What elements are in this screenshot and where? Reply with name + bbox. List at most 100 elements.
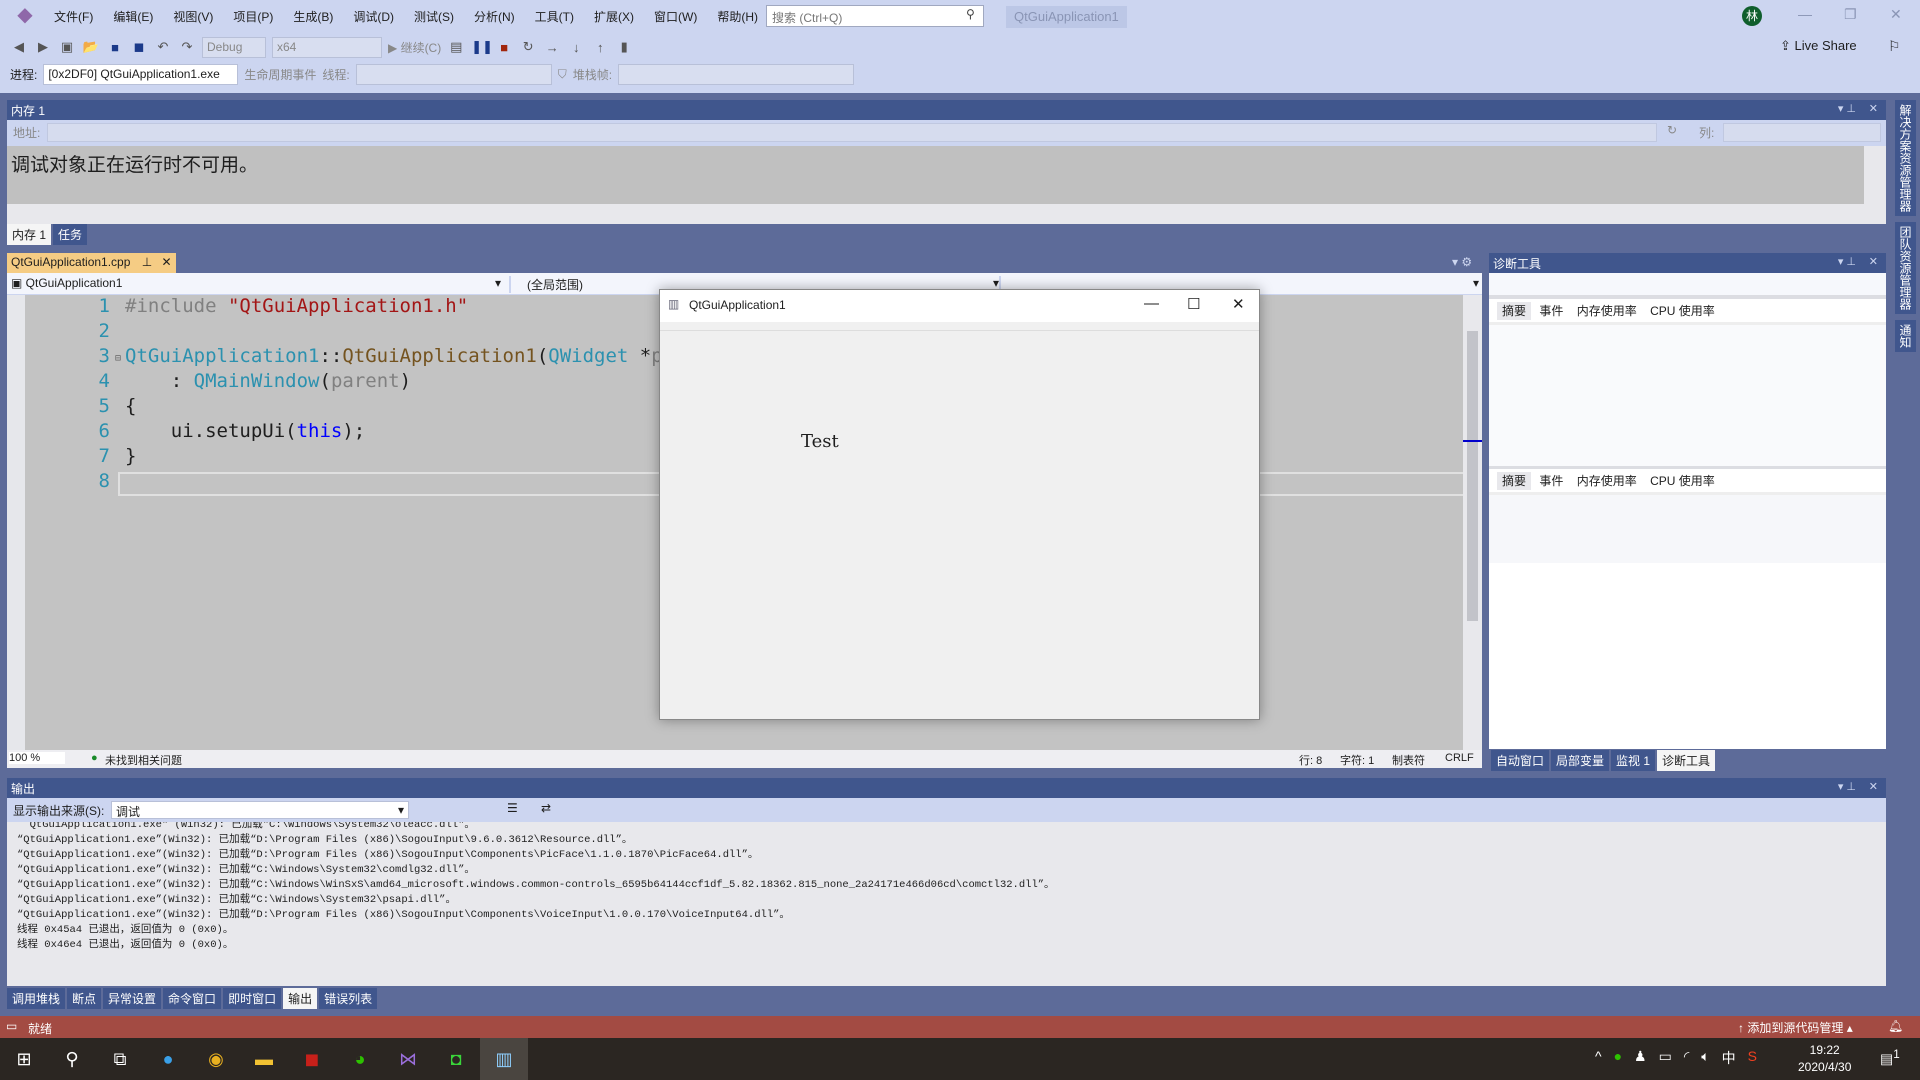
tab-summary[interactable]: 摘要	[1497, 302, 1532, 320]
qt-minimize-icon[interactable]: —	[1144, 295, 1159, 312]
close-panel-icon[interactable]: ✕	[1869, 102, 1878, 115]
menu-tools[interactable]: 工具(T)	[525, 8, 584, 25]
avatar[interactable]: 林	[1742, 6, 1762, 26]
wechat-icon[interactable]: ◕	[336, 1038, 384, 1080]
restore-icon[interactable]: ❐	[1844, 6, 1857, 23]
tab-cpu-usage[interactable]: CPU 使用率	[1645, 472, 1720, 490]
menu-project[interactable]: 项目(P)	[223, 8, 283, 25]
menu-test[interactable]: 测试(S)	[404, 8, 464, 25]
thread-select[interactable]	[355, 63, 552, 85]
save-all-icon[interactable]: ◼	[130, 39, 148, 55]
tab-error-list[interactable]: 错误列表	[319, 988, 378, 1009]
eol-indicator[interactable]: CRLF	[1445, 752, 1474, 764]
tab-diagnostic-tools[interactable]: 诊断工具	[1657, 750, 1716, 771]
tab-tasks[interactable]: 任务	[53, 224, 88, 245]
live-share-button[interactable]: ⇪ Live Share	[1780, 38, 1857, 54]
tab-cpu-usage[interactable]: CPU 使用率	[1645, 302, 1720, 320]
tab-overflow-icon[interactable]: ▾ ⚙	[1452, 255, 1472, 269]
menu-window[interactable]: 窗口(W)	[644, 8, 707, 25]
column-select[interactable]	[1723, 123, 1881, 142]
menu-file[interactable]: 文件(F)	[44, 8, 103, 25]
power-icon[interactable]: ▭	[1659, 1048, 1672, 1068]
clear-all-icon[interactable]: ⇄	[541, 801, 551, 815]
menu-analyze[interactable]: 分析(N)	[464, 8, 525, 25]
stack-frame-select[interactable]	[618, 63, 855, 85]
forward-icon[interactable]: ▶	[34, 39, 52, 55]
output-text[interactable]: QtGuiApplication1.exe" (Win32): 已加载"C:\W…	[7, 822, 1886, 972]
restart-icon[interactable]: ↻	[519, 39, 537, 55]
action-center-icon[interactable]: ▤1	[1880, 1048, 1900, 1068]
output-source-select[interactable]: 调试 ▾	[111, 801, 409, 819]
process-icon[interactable]: ▤	[447, 39, 465, 55]
scrollbar-thumb[interactable]	[1467, 331, 1478, 621]
volume-icon[interactable]: 🔈︎	[1701, 1048, 1709, 1068]
notification-bell-icon[interactable]: 🔔︎	[1888, 1019, 1903, 1033]
redo-icon[interactable]: ↷	[178, 39, 196, 55]
file-explorer-icon[interactable]: ▬	[240, 1038, 288, 1080]
address-input[interactable]	[47, 123, 1657, 142]
platform-select[interactable]: x64	[272, 36, 382, 58]
taskbar-search-icon[interactable]: ⚲	[48, 1038, 96, 1080]
feedback-icon[interactable]: ⚐	[1888, 38, 1901, 55]
tab-team-explorer[interactable]: 团队资源管理器	[1895, 222, 1916, 314]
tab-exception-settings[interactable]: 异常设置	[103, 988, 162, 1009]
pin-icon[interactable]: ▾ ⊥	[1838, 102, 1856, 115]
pin-icon[interactable]: ▾ ⊥	[1838, 780, 1856, 793]
class-dropdown[interactable]: ▣ QtGuiApplication1 ▾	[11, 276, 501, 290]
search-input[interactable]: 搜索 (Ctrl+Q)	[766, 5, 984, 27]
qt-app-taskbar-icon[interactable]: ▥	[480, 1038, 528, 1080]
menu-extensions[interactable]: 扩展(X)	[584, 8, 644, 25]
member-dropdown[interactable]: ▾	[999, 276, 1479, 290]
tab-events[interactable]: 事件	[1534, 472, 1568, 490]
collapse-icon[interactable]: ⊟	[115, 353, 121, 364]
acrobat-icon[interactable]: ◼	[288, 1038, 336, 1080]
tab-locals[interactable]: 局部变量	[1551, 750, 1610, 771]
pin-tab-icon[interactable]: ⊥	[142, 255, 152, 269]
issues-status[interactable]: 未找到相关问题	[105, 752, 182, 768]
configuration-select[interactable]: Debug	[202, 36, 266, 58]
tab-output[interactable]: 输出	[283, 988, 318, 1009]
minimize-icon[interactable]: —	[1798, 6, 1812, 22]
menu-build[interactable]: 生成(B)	[283, 8, 343, 25]
menu-edit[interactable]: 编辑(E)	[103, 8, 163, 25]
editor-tab-active[interactable]: QtGuiApplication1.cpp ⊥ ✕	[7, 253, 176, 273]
tab-solution-explorer[interactable]: 解决方案资源管理器	[1895, 100, 1916, 216]
clock[interactable]: 19:22 2020/4/30	[1798, 1042, 1851, 1076]
close-panel-icon[interactable]: ✕	[1869, 780, 1878, 793]
qt-maximize-icon[interactable]: ☐	[1187, 295, 1200, 313]
new-project-icon[interactable]: ▣	[58, 39, 76, 55]
zoom-select[interactable]: 100 %	[9, 752, 65, 764]
tray-wechat-icon[interactable]: ●	[1614, 1048, 1622, 1068]
tab-memory-usage[interactable]: 内存使用率	[1572, 472, 1642, 490]
step-into-icon[interactable]: ↓	[567, 40, 585, 55]
app-d-icon[interactable]: ◘	[432, 1038, 480, 1080]
close-icon[interactable]: ✕	[1890, 6, 1902, 23]
close-tab-icon[interactable]: ✕	[162, 255, 172, 269]
indent-indicator[interactable]: 制表符	[1392, 752, 1425, 768]
pin-icon[interactable]: ▾ ⊥	[1838, 255, 1856, 268]
process-select[interactable]: [0x2DF0] QtGuiApplication1.exe	[43, 63, 239, 85]
tab-watch-1[interactable]: 监视 1	[1611, 750, 1656, 771]
editor-vertical-scrollbar[interactable]	[1463, 295, 1482, 750]
step-out-icon[interactable]: ↑	[591, 40, 609, 55]
tray-qq-icon[interactable]: ♟	[1634, 1048, 1647, 1068]
wifi-icon[interactable]: ◜	[1684, 1048, 1689, 1068]
save-icon[interactable]: ■	[106, 40, 124, 55]
chrome-icon[interactable]: ◉	[192, 1038, 240, 1080]
bookmark-icon[interactable]: ▮	[615, 39, 633, 55]
qt-close-icon[interactable]: ✕	[1232, 295, 1245, 313]
tab-memory-usage[interactable]: 内存使用率	[1572, 302, 1642, 320]
tab-events[interactable]: 事件	[1534, 302, 1568, 320]
filter-icon[interactable]: ⛉	[558, 67, 567, 82]
tab-memory-1[interactable]: 内存 1	[7, 224, 52, 245]
start-icon[interactable]: ⊞	[0, 1038, 48, 1080]
tab-call-stack[interactable]: 调用堆栈	[7, 988, 66, 1009]
menu-debug[interactable]: 调试(D)	[343, 8, 404, 25]
undo-icon[interactable]: ↶	[154, 39, 172, 55]
visual-studio-icon[interactable]: ⋈	[384, 1038, 432, 1080]
tab-immediate-window[interactable]: 即时窗口	[223, 988, 282, 1009]
continue-button[interactable]: ▶ 继续(C)	[388, 39, 441, 56]
menu-help[interactable]: 帮助(H)	[707, 8, 768, 25]
add-source-control-button[interactable]: ↑ 添加到源代码管理 ▴	[1738, 1019, 1853, 1036]
sogou-icon[interactable]: S	[1748, 1048, 1757, 1068]
